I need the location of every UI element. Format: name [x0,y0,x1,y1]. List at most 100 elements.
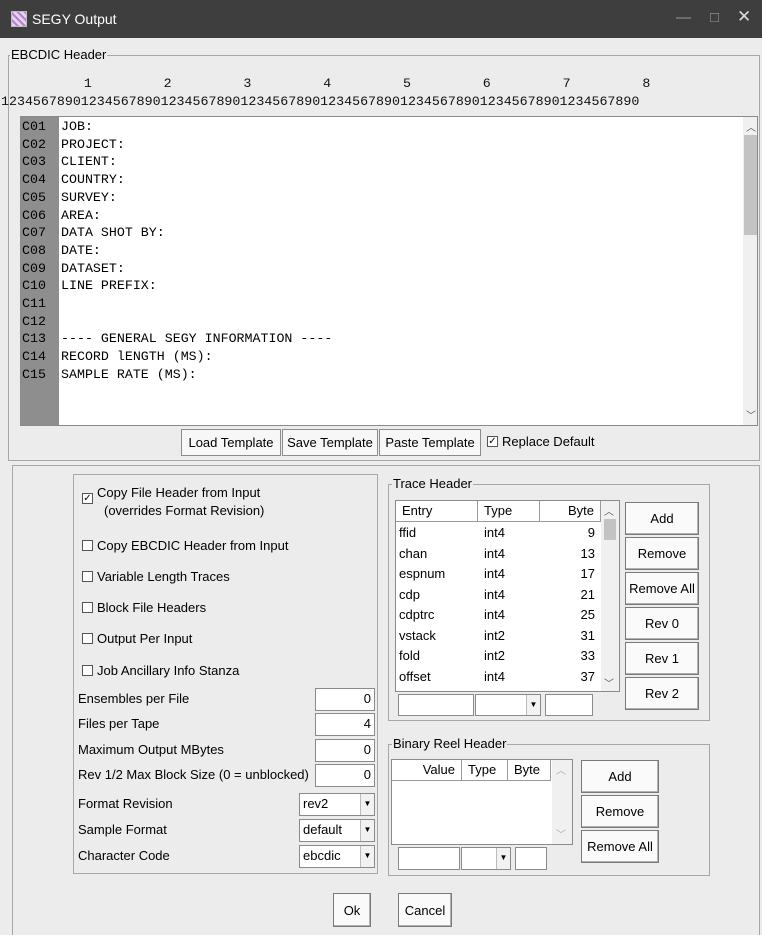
replace-default-checkbox[interactable]: ✓ [487,436,498,447]
ebcdic-line[interactable]: C15 SAMPLE RATE (MS): [21,366,197,383]
ebcdic-line[interactable]: C05 SURVEY: [21,189,117,206]
trace-type-cell[interactable]: int4 [484,586,505,603]
copy-file-header-checkbox[interactable]: ✓ [82,493,93,504]
binary-scroll-up-icon[interactable]: ︿ [556,762,566,777]
trace-entry-cell[interactable]: offset [399,668,431,685]
trace-type-cell[interactable]: int4 [484,545,505,562]
ebcdic-line[interactable]: C01 JOB: [21,119,93,135]
chevron-down-icon[interactable]: ▼ [526,695,540,715]
trace-entry-cell[interactable]: fold [399,647,420,664]
trace-type-cell[interactable]: int2 [484,627,505,644]
binary-reel-header-table[interactable]: Value Type Byte ︿ ﹀ [391,759,573,845]
binary-table-scrollbar[interactable]: ︿ ﹀ [552,760,572,844]
minimize-icon[interactable]: — [676,9,691,26]
trace-entry-input[interactable] [398,694,474,716]
ebcdic-line[interactable]: C10 LINE PREFIX: [21,278,157,295]
ebcdic-line[interactable]: C06 AREA: [21,207,101,224]
ebcdic-line[interactable]: C12 [21,313,61,330]
trace-col-type[interactable]: Type [478,501,540,522]
binary-add-button[interactable]: Add [581,760,659,793]
option-checkbox[interactable] [82,540,93,551]
ebcdic-line[interactable]: C11 [21,296,61,312]
trace-byte-cell[interactable]: 9 [540,524,595,541]
load-template-button[interactable]: Load Template [181,429,281,456]
number-input[interactable]: 0 [315,688,375,711]
trace-byte-cell[interactable]: 33 [540,647,595,664]
trace-remove-all-button[interactable]: Remove All [625,572,699,605]
trace-type-cell[interactable]: int4 [484,606,505,623]
option-checkbox[interactable] [82,571,93,582]
chevron-down-icon[interactable]: ▼ [360,846,374,867]
ok-button[interactable]: Ok [333,893,371,927]
rev2-button[interactable]: Rev 2 [625,677,699,710]
number-input[interactable]: 0 [315,739,375,762]
trace-entry-cell[interactable]: ffid [399,524,416,541]
rev1-button[interactable]: Rev 1 [625,642,699,675]
trace-byte-input[interactable] [545,694,593,716]
trace-scroll-thumb[interactable] [604,519,616,540]
ebcdic-line[interactable]: C03 CLIENT: [21,154,117,171]
trace-col-byte[interactable]: Byte [540,501,601,522]
ebcdic-line[interactable]: C14 RECORD lENGTH (MS): [21,349,213,366]
number-input[interactable]: 4 [315,713,375,736]
close-icon[interactable]: ✕ [737,7,751,27]
ebcdic-text-area[interactable]: C01 JOB: C02 PROJECT: C03 CLIENT: C04 COUNTRY: C… [20,116,758,426]
option-checkbox[interactable] [82,633,93,644]
trace-entry-cell[interactable]: vstack [399,627,436,644]
trace-type-cell[interactable]: int2 [484,647,505,664]
chevron-down-icon[interactable]: ▼ [360,820,374,841]
maximize-icon[interactable]: □ [710,9,719,26]
trace-byte-cell[interactable]: 25 [540,606,595,623]
ebcdic-line[interactable]: C08 DATE: [21,242,101,259]
trace-entry-cell[interactable]: cdptrc [399,606,434,623]
binary-col-byte[interactable]: Byte [508,760,551,781]
option-checkbox[interactable] [82,602,93,613]
trace-scroll-down-icon[interactable]: ﹀ [604,675,614,690]
binary-col-type[interactable]: Type [462,760,508,781]
scroll-down-icon[interactable]: ﹀ [746,407,756,422]
trace-entry-cell[interactable]: cdp [399,586,420,603]
ebcdic-line[interactable]: C09 DATASET: [21,260,125,277]
trace-table-scrollbar[interactable]: ︿ ﹀ [601,501,619,691]
binary-value-input[interactable] [398,847,460,870]
ebcdic-line[interactable]: C13 ---- GENERAL SEGY INFORMATION ---- [21,331,332,348]
binary-col-value[interactable]: Value [392,760,462,781]
trace-type-select[interactable]: ▼ [475,694,541,716]
rev0-button[interactable]: Rev 0 [625,607,699,640]
trace-entry-cell[interactable]: chan [399,545,427,562]
scroll-up-icon[interactable]: ︿ [746,119,756,134]
chevron-down-icon[interactable]: ▼ [360,794,374,815]
binary-scroll-down-icon[interactable]: ﹀ [556,826,566,841]
trace-type-cell[interactable]: int4 [484,524,505,541]
trace-entry-cell[interactable]: espnum [399,565,445,582]
vertical-scrollbar[interactable]: ︿ ﹀ [743,117,757,425]
trace-col-entry[interactable]: Entry [396,501,478,522]
binary-remove-all-button[interactable]: Remove All [581,830,659,863]
ebcdic-line[interactable]: C02 PROJECT: [21,136,125,153]
binary-byte-input[interactable] [515,847,547,870]
trace-byte-cell[interactable]: 37 [540,668,595,685]
dropdown-select[interactable]: default ▼ [299,819,375,842]
trace-add-button[interactable]: Add [625,502,699,535]
trace-scroll-up-icon[interactable]: ︿ [604,503,614,518]
binary-type-select[interactable]: ▼ [461,847,511,870]
dropdown-select[interactable]: rev2 ▼ [299,793,375,816]
ebcdic-line[interactable]: C07 DATA SHOT BY: [21,225,165,242]
chevron-down-icon[interactable]: ▼ [496,848,510,869]
save-template-button[interactable]: Save Template [282,429,378,456]
ebcdic-line[interactable]: C04 COUNTRY: [21,172,125,189]
paste-template-button[interactable]: Paste Template [379,429,481,456]
option-checkbox[interactable] [82,665,93,676]
cancel-button[interactable]: Cancel [398,893,452,927]
dropdown-select[interactable]: ebcdic ▼ [299,845,375,868]
trace-byte-cell[interactable]: 13 [540,545,595,562]
number-input[interactable]: 0 [315,764,375,787]
trace-byte-cell[interactable]: 17 [540,565,595,582]
trace-header-table[interactable]: Entry Type Byte ffid int4 9 chan int4 13 espnu… [395,500,620,692]
trace-byte-cell[interactable]: 21 [540,586,595,603]
binary-remove-button[interactable]: Remove [581,795,659,828]
trace-byte-cell[interactable]: 31 [540,627,595,644]
trace-type-cell[interactable]: int4 [484,565,505,582]
trace-remove-button[interactable]: Remove [625,537,699,570]
trace-type-cell[interactable]: int4 [484,668,505,685]
